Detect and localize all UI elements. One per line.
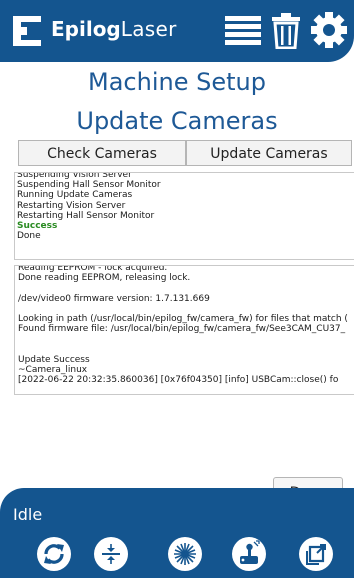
- detail-log-line: [18, 334, 354, 344]
- status-log-panel[interactable]: Suspending Vision Server Suspending Hall…: [14, 172, 354, 260]
- joystick-icon: [240, 540, 260, 564]
- logo-mark-icon: [13, 16, 41, 46]
- status-log-line: Suspending Hall Sensor Monitor: [17, 180, 161, 191]
- detail-log-line: Reading EEPROM - lock acquired.: [18, 265, 168, 273]
- status-log-line: Suspending Vision Server: [17, 172, 132, 180]
- gear-icon[interactable]: [311, 12, 347, 48]
- detail-log-line: Looking in path (/usr/local/bin/epilog_f…: [18, 313, 348, 324]
- detail-log-panel[interactable]: Reading EEPROM - lock acquired. Done rea…: [14, 265, 354, 395]
- detail-log-line: Found firmware file: /usr/local/bin/epil…: [18, 324, 346, 335]
- detail-log-line: ~Camera_linux: [18, 364, 88, 375]
- brand-logo: EpilogLaser: [51, 14, 177, 44]
- detail-log-line: Done reading EEPROM, releasing lock.: [18, 273, 191, 284]
- menu-list-icon[interactable]: [225, 13, 261, 47]
- export-icon: [306, 544, 326, 565]
- detail-log-line: Update Success: [18, 354, 90, 365]
- trash-icon[interactable]: [272, 13, 300, 49]
- detail-log-line: /dev/video0 firmware version: 1.7.131.66…: [18, 293, 210, 304]
- status-log-line: Restarting Hall Sensor Monitor: [17, 210, 155, 221]
- brand-bold: Epilog: [51, 17, 121, 41]
- focus-icon: [102, 544, 120, 564]
- jog-button[interactable]: [232, 537, 266, 571]
- detail-log-line: [18, 345, 354, 355]
- status-log-line: Done: [17, 231, 41, 242]
- update-cameras-button[interactable]: Update Cameras: [186, 140, 352, 166]
- app-header: EpilogLaser: [0, 0, 354, 62]
- refresh-icon: [44, 544, 64, 564]
- laser-burst-icon: [174, 543, 196, 565]
- status-log-success: Success: [17, 221, 58, 232]
- check-cameras-button[interactable]: Check Cameras: [18, 140, 186, 166]
- detail-log-line: [2022-06-22 20:32:35.860036] [0x76f04350…: [18, 375, 339, 386]
- laser-fire-button[interactable]: [168, 537, 202, 571]
- detail-log-line: [18, 283, 354, 293]
- export-button[interactable]: [299, 537, 333, 571]
- refresh-button[interactable]: [37, 537, 71, 571]
- page-title: Machine Setup: [88, 68, 266, 96]
- focus-button[interactable]: [94, 537, 128, 571]
- status-log-line: Restarting Vision Server: [17, 200, 126, 211]
- status-log-line: Running Update Cameras: [17, 190, 133, 201]
- machine-status: Idle: [13, 505, 43, 524]
- page-subtitle: Update Cameras: [76, 107, 278, 135]
- detail-log-line: [18, 304, 354, 314]
- brand-light: Laser: [120, 17, 177, 41]
